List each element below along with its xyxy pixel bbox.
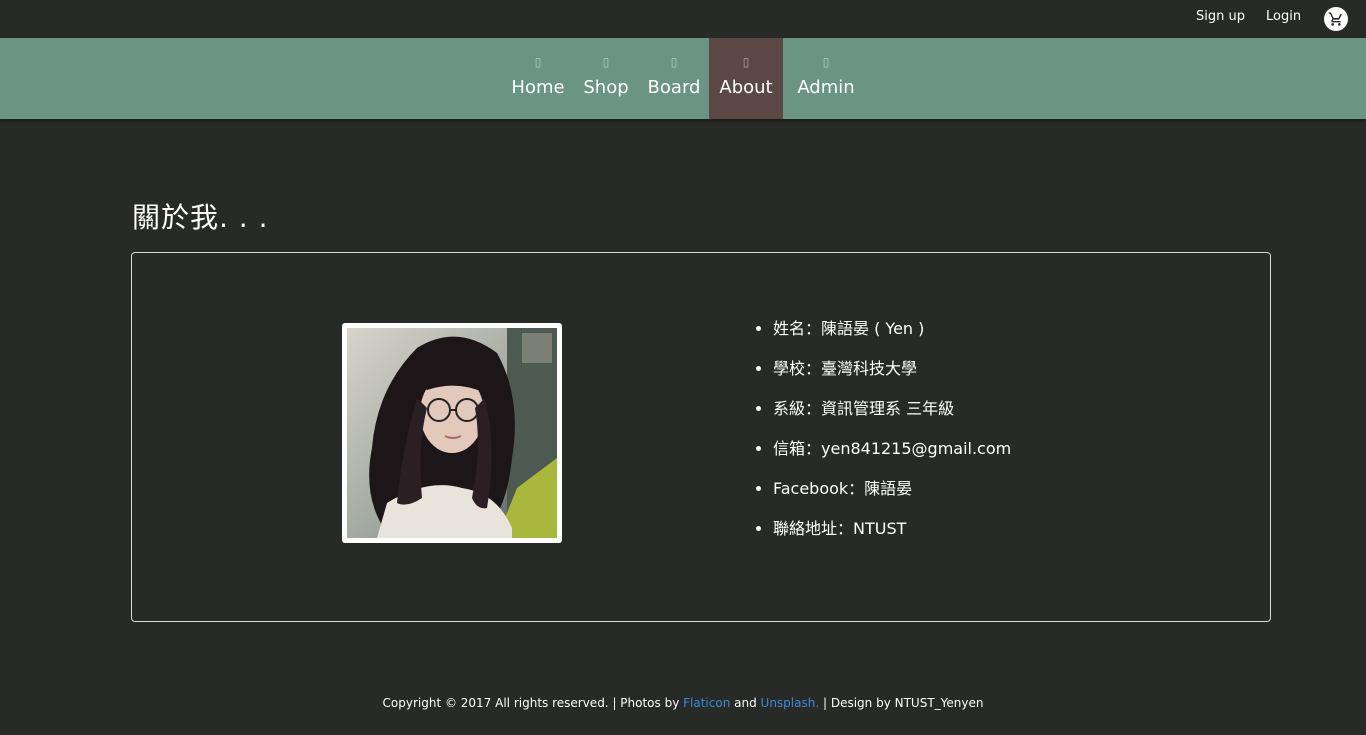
footer: Copyright © 2017 All rights reserved. | … xyxy=(0,696,1366,710)
footer-suffix: | Design by NTUST_Yenyen xyxy=(819,696,984,710)
nav-item-home[interactable]: ▯ Home xyxy=(506,38,570,119)
nav-label-board: Board xyxy=(647,77,701,98)
detail-school: 學校：臺灣科技大學 xyxy=(773,357,1011,381)
nav-label-shop: Shop xyxy=(583,77,629,98)
signup-link[interactable]: Sign up xyxy=(1196,9,1245,24)
page-title: 關於我. . . xyxy=(132,201,269,234)
profile-details: 姓名：陳語晏 ( Yen ) 學校：臺灣科技大學 系級：資訊管理系 三年級 信箱… xyxy=(752,317,1011,557)
login-link[interactable]: Login xyxy=(1266,9,1301,24)
detail-email: 信箱：yen841215@gmail.com xyxy=(773,437,1011,461)
profile-photo xyxy=(342,323,562,543)
about-icon: ▯ xyxy=(742,55,750,69)
nav-item-admin[interactable]: ▯ Admin xyxy=(792,38,860,119)
about-panel: 姓名：陳語晏 ( Yen ) 學校：臺灣科技大學 系級：資訊管理系 三年級 信箱… xyxy=(131,252,1271,622)
nav-item-shop[interactable]: ▯ Shop xyxy=(578,38,634,119)
flaticon-link[interactable]: Flaticon xyxy=(683,696,730,710)
cart-icon xyxy=(1328,12,1342,26)
detail-department: 系級：資訊管理系 三年級 xyxy=(773,397,1011,421)
cart-button[interactable] xyxy=(1324,7,1348,31)
top-bar: Sign up Login xyxy=(0,0,1366,38)
home-icon: ▯ xyxy=(534,55,542,69)
board-icon: ▯ xyxy=(670,55,678,69)
nav-item-about[interactable]: ▯ About xyxy=(709,38,783,119)
nav-item-board[interactable]: ▯ Board xyxy=(642,38,706,119)
main-nav: ▯ Home ▯ Shop ▯ Board ▯ About ▯ Admin xyxy=(0,38,1366,119)
nav-label-home: Home xyxy=(511,77,565,98)
footer-prefix: Copyright © 2017 All rights reserved. | … xyxy=(382,696,684,710)
detail-name: 姓名：陳語晏 ( Yen ) xyxy=(773,317,1011,341)
shop-icon: ▯ xyxy=(602,55,610,69)
footer-and: and xyxy=(730,696,761,710)
nav-label-about: About xyxy=(719,77,773,98)
detail-address: 聯絡地址：NTUST xyxy=(773,517,1011,541)
detail-facebook: Facebook：陳語晏 xyxy=(773,477,1011,501)
admin-icon: ▯ xyxy=(822,55,830,69)
nav-label-admin: Admin xyxy=(797,77,855,98)
unsplash-link[interactable]: Unsplash. xyxy=(761,696,820,710)
